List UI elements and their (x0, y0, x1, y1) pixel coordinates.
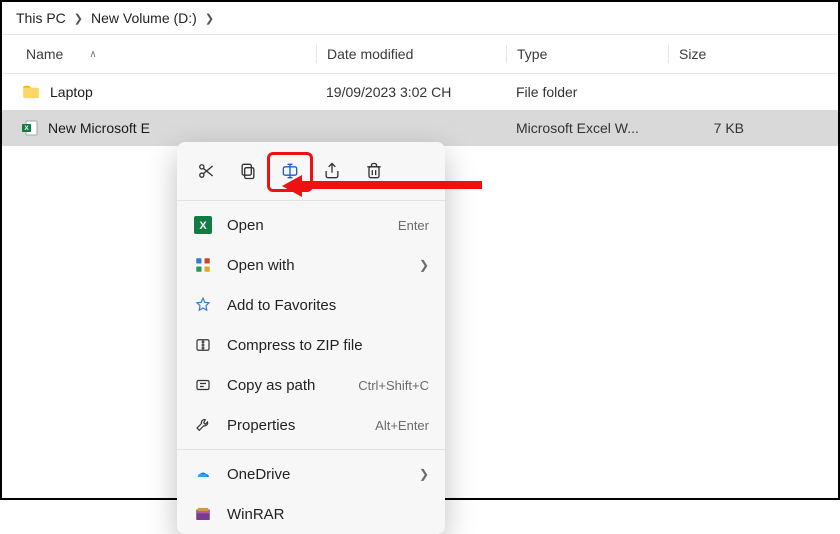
menu-label: Compress to ZIP file (227, 337, 429, 354)
table-row[interactable]: Laptop 19/09/2023 3:02 CH File folder (2, 74, 838, 110)
header-name[interactable]: Name ∧ (2, 46, 316, 62)
header-name-label: Name (26, 46, 63, 62)
breadcrumb-seg-drive[interactable]: New Volume (D:) (91, 10, 197, 26)
winrar-icon (193, 504, 213, 524)
svg-text:X: X (24, 125, 29, 132)
rename-button[interactable] (269, 154, 311, 190)
wrench-icon (193, 415, 213, 435)
menu-label: Add to Favorites (227, 297, 429, 314)
context-menu: X Open Enter Open with ❯ Add to Favorite… (177, 142, 445, 534)
menu-shortcut: Ctrl+Shift+C (358, 378, 429, 393)
table-row[interactable]: X New Microsoft E Microsoft Excel W... 7… (2, 110, 838, 146)
header-type[interactable]: Type (506, 45, 668, 63)
share-button[interactable] (311, 154, 353, 190)
chevron-right-icon: ❯ (419, 258, 429, 272)
divider (177, 449, 445, 450)
header-type-label: Type (517, 46, 547, 62)
open-with-icon (193, 255, 213, 275)
menu-label: Properties (227, 417, 361, 434)
menu-item-copy-path[interactable]: Copy as path Ctrl+Shift+C (177, 365, 445, 405)
menu-label: Open (227, 217, 384, 234)
header-date-label: Date modified (327, 46, 413, 62)
menu-item-open-with[interactable]: Open with ❯ (177, 245, 445, 285)
rename-icon (280, 161, 300, 184)
copy-path-icon (193, 375, 213, 395)
copy-icon (238, 161, 258, 184)
sort-ascending-icon: ∧ (89, 49, 96, 60)
column-headers: Name ∧ Date modified Type Size (2, 35, 838, 74)
svg-text:X: X (199, 220, 207, 232)
menu-item-onedrive[interactable]: OneDrive ❯ (177, 454, 445, 494)
file-size: 7 KB (668, 120, 744, 136)
header-size-label: Size (679, 46, 706, 62)
menu-shortcut: Alt+Enter (375, 418, 429, 433)
menu-item-favorites[interactable]: Add to Favorites (177, 285, 445, 325)
chevron-right-icon: ❯ (74, 12, 83, 25)
cut-button[interactable] (185, 154, 227, 190)
scissors-icon (196, 161, 216, 184)
menu-item-open[interactable]: X Open Enter (177, 205, 445, 245)
header-size[interactable]: Size (668, 45, 744, 63)
menu-label: OneDrive (227, 466, 405, 483)
folder-icon (22, 85, 40, 99)
delete-button[interactable] (353, 154, 395, 190)
menu-item-zip[interactable]: Compress to ZIP file (177, 325, 445, 365)
menu-label: WinRAR (227, 506, 429, 523)
excel-app-icon: X (193, 215, 213, 235)
menu-label: Copy as path (227, 377, 344, 394)
menu-item-winrar[interactable]: WinRAR (177, 494, 445, 534)
zip-icon (193, 335, 213, 355)
onedrive-icon (193, 464, 213, 484)
star-icon (193, 295, 213, 315)
divider (177, 200, 445, 201)
menu-shortcut: Enter (398, 218, 429, 233)
menu-item-properties[interactable]: Properties Alt+Enter (177, 405, 445, 445)
file-type: Microsoft Excel W... (506, 120, 668, 136)
header-date[interactable]: Date modified (316, 45, 506, 63)
excel-file-icon: X (22, 120, 38, 136)
file-name: Laptop (50, 84, 93, 100)
chevron-right-icon: ❯ (419, 467, 429, 481)
copy-button[interactable] (227, 154, 269, 190)
share-icon (322, 161, 342, 184)
context-menu-toolbar (177, 148, 445, 196)
file-date: 19/09/2023 3:02 CH (316, 84, 506, 100)
file-type: File folder (506, 84, 668, 100)
trash-icon (364, 161, 384, 184)
file-name: New Microsoft E (48, 120, 150, 136)
breadcrumb-seg-this-pc[interactable]: This PC (16, 10, 66, 26)
breadcrumb[interactable]: This PC ❯ New Volume (D:) ❯ (2, 2, 838, 35)
chevron-right-icon: ❯ (205, 12, 214, 25)
menu-label: Open with (227, 257, 405, 274)
